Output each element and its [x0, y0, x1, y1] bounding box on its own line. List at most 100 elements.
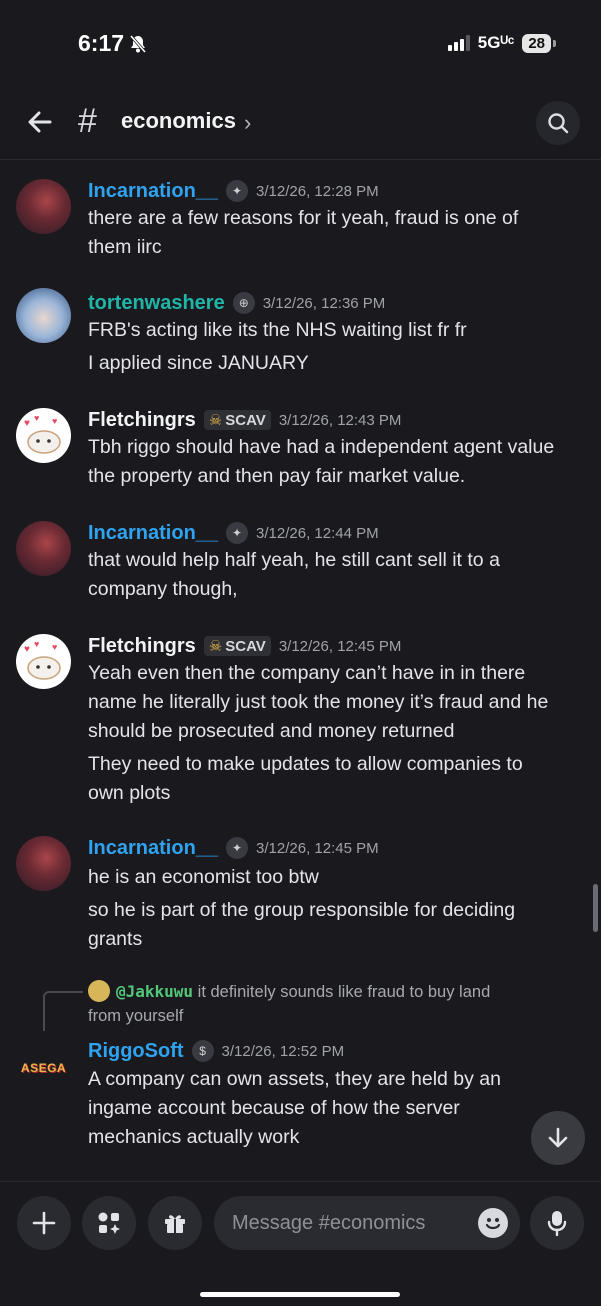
- skull-icon: ☠: [208, 638, 223, 655]
- timestamp: 3/12/26, 12:45 PM: [278, 637, 402, 655]
- role-icon: ✦: [226, 837, 249, 859]
- reply-preview[interactable]: @Jakkuwu it definitely sounds like fraud…: [88, 980, 568, 1004]
- reply-text: it definitely sounds like fraud to buy l…: [197, 983, 491, 1001]
- skull-icon: ☠: [208, 412, 223, 429]
- message-header: Incarnation__ ✦ 3/12/26, 12:28 PM: [88, 176, 379, 206]
- message-header: Fletchingrs ☠ SCAV 3/12/26, 12:43 PM: [88, 405, 401, 435]
- status-time: 6:17: [78, 30, 148, 57]
- sparkle-icon: [98, 1212, 120, 1234]
- microphone-icon: [547, 1211, 567, 1237]
- status-bar: 6:17 5Gᵁᶜ 28: [0, 0, 601, 90]
- message-text: there are a few reasons for it yeah, fra…: [88, 207, 519, 229]
- signal-icon: [447, 35, 470, 51]
- gift-icon: [165, 1215, 185, 1233]
- avatar[interactable]: ♥ ♥ ♥: [16, 634, 71, 689]
- timestamp: 3/12/26, 12:44 PM: [256, 524, 379, 542]
- search-button[interactable]: [536, 101, 580, 145]
- battery-icon: 28: [522, 33, 556, 53]
- avatar[interactable]: ♥ ♥ ♥: [16, 408, 71, 463]
- chevron-right-icon[interactable]: ›: [244, 110, 251, 136]
- username[interactable]: Fletchingrs: [88, 409, 196, 432]
- message-header: Fletchingrs ☠ SCAV 3/12/26, 12:45 PM: [88, 631, 401, 661]
- guild-tag[interactable]: ☠ SCAV: [203, 410, 271, 430]
- guild-tag[interactable]: ☠ SCAV: [203, 636, 271, 656]
- message-text: them iirc: [88, 236, 162, 258]
- channel-header: # economics ›: [0, 90, 601, 160]
- reply-text-cont: from yourself: [88, 1007, 184, 1025]
- role-icon: $: [191, 1040, 214, 1062]
- avatar[interactable]: ASEGA: [16, 1040, 71, 1095]
- search-icon: [548, 113, 569, 134]
- message-text: Yeah even then the company can’t have in…: [88, 662, 526, 684]
- channel-title[interactable]: economics: [121, 108, 236, 134]
- svg-text:♥: ♥: [24, 418, 30, 429]
- username[interactable]: RiggoSoft: [88, 1040, 184, 1063]
- message-composer: [0, 1181, 601, 1306]
- message-text: mechanics actually work: [88, 1126, 300, 1148]
- timestamp: 3/12/26, 12:43 PM: [278, 411, 402, 429]
- username[interactable]: tortenwashere: [88, 292, 225, 315]
- message-text: so he is part of the group responsible f…: [88, 899, 516, 921]
- username[interactable]: Incarnation__: [88, 180, 218, 203]
- plus-icon: [32, 1211, 56, 1235]
- gift-button[interactable]: [148, 1196, 202, 1250]
- message-header: Incarnation__ ✦ 3/12/26, 12:44 PM: [88, 518, 379, 548]
- reply-spine: [43, 991, 83, 1031]
- role-icon: ✦: [226, 522, 249, 544]
- avatar[interactable]: [16, 521, 71, 576]
- hash-icon: #: [78, 102, 97, 140]
- message-text: name he literally just took the money it…: [88, 691, 549, 713]
- message-text: own plots: [88, 782, 171, 804]
- role-icon: ⊕: [232, 292, 255, 314]
- add-attachment-button[interactable]: [17, 1196, 71, 1250]
- avatar[interactable]: [16, 288, 71, 343]
- role-icon: ✦: [226, 180, 249, 202]
- svg-text:♥: ♥: [34, 639, 39, 649]
- message-text: grants: [88, 928, 143, 950]
- scrollbar-thumb[interactable]: [593, 884, 598, 932]
- avatar[interactable]: [16, 836, 71, 891]
- message-header: Incarnation__ ✦ 3/12/26, 12:45 PM: [88, 833, 379, 863]
- message-text: Tbh riggo should have had a independent …: [88, 436, 555, 458]
- apps-button[interactable]: [82, 1196, 136, 1250]
- message-text: company though,: [88, 578, 238, 600]
- message-list[interactable]: Incarnation__ ✦ 3/12/26, 12:28 PM there …: [0, 161, 601, 1181]
- timestamp: 3/12/26, 12:36 PM: [262, 294, 386, 312]
- home-indicator[interactable]: [200, 1292, 400, 1297]
- message-text: should be prosecuted and money returned: [88, 720, 455, 742]
- message-header: tortenwashere ⊕ 3/12/26, 12:36 PM: [88, 288, 385, 318]
- reply-username[interactable]: @Jakkuwu: [116, 982, 193, 1001]
- message-text: he is an economist too btw: [88, 866, 319, 888]
- network-type: 5Gᵁᶜ: [477, 33, 515, 52]
- username[interactable]: Incarnation__: [88, 837, 218, 860]
- timestamp: 3/12/26, 12:45 PM: [256, 839, 379, 857]
- message-text: the property and then pay fair market va…: [88, 465, 466, 487]
- timestamp: 3/12/26, 12:52 PM: [221, 1042, 345, 1060]
- username[interactable]: Fletchingrs: [88, 635, 196, 658]
- avatar-logo-text: ASEGA: [20, 1060, 67, 1075]
- timestamp: 3/12/26, 12:28 PM: [256, 182, 379, 200]
- message-input-wrapper[interactable]: [214, 1196, 520, 1250]
- status-indicators: 5Gᵁᶜ 28: [447, 33, 556, 53]
- cat-avatar-icon: ♥ ♥ ♥: [24, 413, 61, 454]
- message-text: A company can own assets, they are held …: [88, 1068, 501, 1090]
- emoji-button[interactable]: [478, 1208, 508, 1238]
- message-text: They need to make updates to allow compa…: [88, 753, 523, 775]
- username[interactable]: Incarnation__: [88, 522, 218, 545]
- smile-icon: [485, 1218, 501, 1230]
- svg-text:♥: ♥: [52, 416, 57, 426]
- back-arrow-icon[interactable]: [24, 106, 56, 138]
- voice-message-button[interactable]: [530, 1196, 584, 1250]
- svg-text:♥: ♥: [24, 644, 30, 655]
- jump-to-latest-button[interactable]: [531, 1111, 585, 1165]
- message-text: that would help half yeah, he still cant…: [88, 549, 500, 571]
- avatar[interactable]: [16, 179, 71, 234]
- svg-text:♥: ♥: [52, 642, 57, 652]
- message-text: I applied since JANUARY: [88, 352, 309, 374]
- message-text: ingame account because of how the server: [88, 1097, 460, 1119]
- arrow-down-icon: [548, 1127, 568, 1148]
- message-input[interactable]: [232, 1196, 462, 1250]
- message-text: FRB's acting like its the NHS waiting li…: [88, 319, 467, 341]
- svg-text:♥: ♥: [34, 413, 39, 423]
- reply-avatar: [88, 980, 110, 1002]
